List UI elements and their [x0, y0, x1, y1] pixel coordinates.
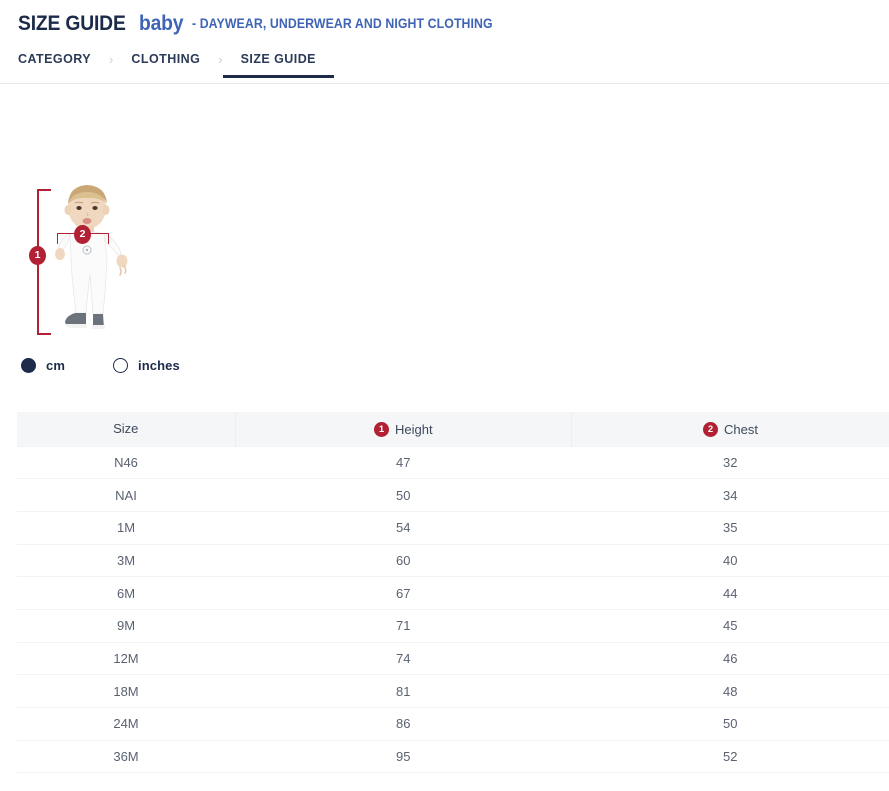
cell-chest: 32: [572, 446, 889, 479]
cell-size: N46: [17, 446, 235, 479]
unit-label-cm: cm: [46, 358, 65, 373]
cell-chest: 52: [572, 740, 889, 773]
cell-height: 50: [235, 479, 572, 512]
cell-size: 9M: [17, 609, 235, 642]
height-measure-cap-bottom: [37, 333, 51, 335]
cell-chest: 48: [572, 675, 889, 708]
marker-2-icon: 2: [703, 422, 718, 437]
chevron-right-icon: ›: [218, 53, 222, 66]
baby-photo: [46, 182, 156, 342]
table-row: NAI5034: [17, 479, 889, 512]
marker-1-badge: 1: [29, 246, 46, 265]
breadcrumb-item-category[interactable]: CATEGORY: [18, 52, 91, 78]
chevron-right-icon: ›: [109, 53, 113, 66]
cell-size: NAI: [17, 479, 235, 512]
marker-2-badge: 2: [74, 225, 91, 244]
cell-height: 67: [235, 577, 572, 610]
cell-size: 18M: [17, 675, 235, 708]
breadcrumb-item-size-guide[interactable]: SIZE GUIDE: [241, 52, 316, 78]
size-table-head: Size 1 Height 2 Chest: [17, 412, 889, 446]
unit-option-cm[interactable]: cm: [21, 358, 65, 373]
cell-height: 81: [235, 675, 572, 708]
cell-size: 1M: [17, 511, 235, 544]
page-title: SIZE GUIDE baby - DAYWEAR, UNDERWEAR AND N…: [18, 13, 889, 34]
size-table-body: N464732 NAI5034 1M5435 3M6040 6M6744 9M7…: [17, 446, 889, 773]
cell-size: 6M: [17, 577, 235, 610]
cell-size: 36M: [17, 740, 235, 773]
breadcrumb: CATEGORY › CLOTHING › SIZE GUIDE: [18, 52, 889, 84]
cell-height: 71: [235, 609, 572, 642]
column-header-chest-label: Chest: [724, 422, 758, 437]
table-row: 6M6744: [17, 577, 889, 610]
breadcrumb-item-clothing[interactable]: CLOTHING: [131, 52, 200, 78]
page-header: SIZE GUIDE baby - DAYWEAR, UNDERWEAR AND N…: [0, 0, 889, 84]
size-table-container: Size 1 Height 2 Chest: [17, 412, 889, 773]
size-guide-page: SIZE GUIDE baby - DAYWEAR, UNDERWEAR AND N…: [0, 0, 889, 791]
cell-height: 74: [235, 642, 572, 675]
table-row: 3M6040: [17, 544, 889, 577]
cell-chest: 50: [572, 708, 889, 741]
table-row: 1M5435: [17, 511, 889, 544]
column-header-chest: 2 Chest: [572, 412, 889, 446]
cell-height: 86: [235, 708, 572, 741]
cell-chest: 46: [572, 642, 889, 675]
cell-height: 95: [235, 740, 572, 773]
radio-cm-icon[interactable]: [21, 358, 36, 373]
cell-height: 54: [235, 511, 572, 544]
table-row: 36M9552: [17, 740, 889, 773]
page-title-subtitle: - DAYWEAR, UNDERWEAR AND NIGHT CLOTHING: [192, 16, 493, 30]
table-row: 18M8148: [17, 675, 889, 708]
cell-chest: 34: [572, 479, 889, 512]
table-row: 24M8650: [17, 708, 889, 741]
cell-size: 3M: [17, 544, 235, 577]
page-title-main: SIZE GUIDE: [18, 13, 126, 34]
table-header-row: Size 1 Height 2 Chest: [17, 412, 889, 446]
height-measure-cap-top: [37, 189, 51, 191]
cell-chest: 35: [572, 511, 889, 544]
table-row: 12M7446: [17, 642, 889, 675]
column-header-height-label: Height: [395, 422, 433, 437]
column-header-size-label: Size: [113, 421, 138, 436]
cell-chest: 44: [572, 577, 889, 610]
marker-1-icon: 1: [374, 422, 389, 437]
unit-option-inches[interactable]: inches: [113, 358, 180, 373]
table-row: 9M7145: [17, 609, 889, 642]
cell-size: 12M: [17, 642, 235, 675]
table-row: N464732: [17, 446, 889, 479]
unit-label-inches: inches: [138, 358, 180, 373]
column-header-height: 1 Height: [235, 412, 572, 446]
breadcrumb-divider: [0, 83, 889, 84]
cell-size: 24M: [17, 708, 235, 741]
column-header-size: Size: [17, 412, 235, 446]
size-table: Size 1 Height 2 Chest: [17, 412, 889, 773]
page-title-accent: baby: [139, 13, 183, 34]
unit-selector: cm inches: [21, 358, 180, 373]
cell-chest: 45: [572, 609, 889, 642]
cell-chest: 40: [572, 544, 889, 577]
radio-inches-icon[interactable]: [113, 358, 128, 373]
measurement-figure: 1 2: [0, 182, 889, 352]
cell-height: 60: [235, 544, 572, 577]
cell-height: 47: [235, 446, 572, 479]
